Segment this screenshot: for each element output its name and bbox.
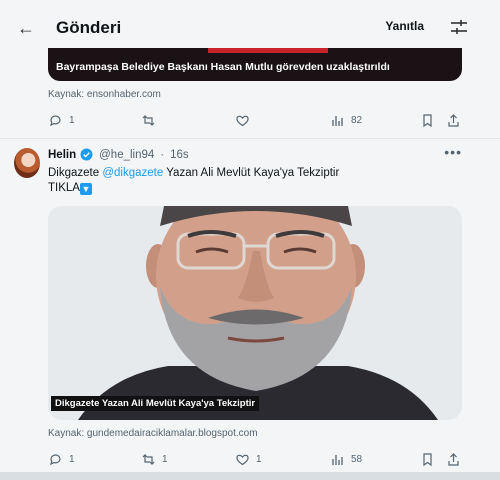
- like-action[interactable]: 1: [235, 452, 262, 467]
- verified-badge-icon: [80, 148, 93, 161]
- reply-action[interactable]: 1: [48, 113, 75, 128]
- back-button[interactable]: ←: [12, 14, 40, 42]
- views-action[interactable]: 82: [330, 113, 362, 128]
- heart-icon: [236, 454, 249, 465]
- share-icon: [448, 113, 459, 127]
- post-divider: [0, 138, 500, 139]
- views-icon: [332, 115, 343, 126]
- link-card-image[interactable]: Bayrampaşa Belediye Başkanı Hasan Mutlu …: [48, 48, 462, 81]
- views-count: 82: [351, 114, 363, 126]
- mention-link[interactable]: @dikgazete: [102, 167, 163, 179]
- page-title: Gönderi: [56, 18, 122, 37]
- post-text: Dikgazete @dikgazete Yazan Ali Mevlüt Ka…: [48, 166, 448, 196]
- screen-bottom-edge: [0, 472, 500, 480]
- like-count: 1: [256, 453, 262, 465]
- share-icon: [448, 452, 459, 466]
- reply-count: 1: [69, 453, 75, 465]
- text-rest: Yazan Ali Mevlüt Kaya'ya Tekziptir: [163, 167, 340, 179]
- repost-icon: [142, 114, 155, 126]
- more-icon: •••: [444, 144, 462, 160]
- repost-icon: [142, 453, 155, 465]
- more-button[interactable]: •••: [444, 144, 462, 160]
- reply-icon: [50, 114, 61, 126]
- bookmark-icon: [423, 452, 432, 466]
- bookmark-icon: [423, 113, 432, 127]
- avatar[interactable]: [14, 148, 40, 178]
- portrait-photo: [48, 206, 462, 420]
- link-card-caption: Bayrampaşa Belediye Başkanı Hasan Mutlu …: [56, 61, 390, 73]
- link-source[interactable]: Kaynak: ensonhaber.com: [48, 89, 161, 100]
- author-name[interactable]: Helin: [48, 149, 76, 161]
- action-bar: 1 1 1 58: [48, 449, 462, 469]
- post-image[interactable]: Dikgazete Yazan Ali Mevlüt Kaya'ya Tekzi…: [48, 206, 462, 420]
- views-count: 58: [351, 453, 363, 465]
- text-line-2: TIKLA: [48, 182, 80, 194]
- share-action[interactable]: [446, 452, 461, 467]
- bookmark-action[interactable]: [420, 113, 435, 128]
- bookmark-action[interactable]: [420, 452, 435, 467]
- sliders-icon: [451, 20, 467, 34]
- repost-action[interactable]: 1: [141, 452, 168, 467]
- image-caption: Dikgazete Yazan Ali Mevlüt Kaya'ya Tekzi…: [51, 396, 260, 411]
- settings-button[interactable]: [448, 16, 470, 38]
- repost-count: 1: [162, 453, 168, 465]
- author-handle[interactable]: @he_lin94: [99, 149, 154, 161]
- share-action[interactable]: [446, 113, 461, 128]
- reply-action[interactable]: 1: [48, 452, 75, 467]
- image-strip: [208, 48, 328, 53]
- like-action[interactable]: [235, 113, 250, 128]
- reply-icon: [50, 453, 61, 465]
- post-time[interactable]: 16s: [170, 149, 189, 161]
- link-source[interactable]: Kaynak: gundemedairaciklamalar.blogspot.…: [48, 428, 258, 439]
- views-icon: [332, 454, 343, 465]
- action-bar: 1 82: [48, 110, 462, 130]
- reply-button[interactable]: Yanıtla: [385, 19, 424, 33]
- dot-separator: ·: [160, 148, 165, 161]
- views-action[interactable]: 58: [330, 452, 362, 467]
- down-arrow-icon: ▼: [79, 183, 92, 195]
- heart-icon: [236, 115, 249, 126]
- arrow-left-icon: ←: [17, 17, 35, 38]
- reply-count: 1: [69, 114, 75, 126]
- author-row: Helin @he_lin94 · 16s: [48, 148, 189, 161]
- text-prefix: Dikgazete: [48, 167, 103, 179]
- repost-action[interactable]: [141, 113, 156, 128]
